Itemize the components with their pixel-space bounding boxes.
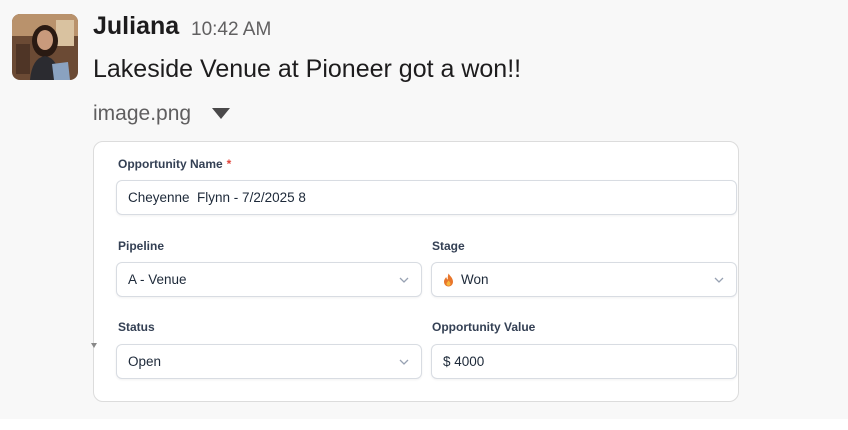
stage-label: Stage [432,239,465,253]
avatar[interactable] [12,14,78,80]
opportunity-name-label-text: Opportunity Name [118,157,223,171]
status-select: Open [116,344,422,379]
message-timestamp[interactable]: 10:42 AM [191,19,271,41]
flame-icon [444,273,453,286]
chevron-down-icon [399,359,409,365]
chevron-down-icon [714,277,724,283]
caret-down-icon[interactable] [212,108,230,119]
attachment-file-name[interactable]: image.png [93,102,191,126]
opportunity-name-field: Cheyenne Flynn - 7/2/2025 8 [116,180,737,215]
opportunity-name-value: Cheyenne Flynn - 7/2/2025 8 [128,190,306,205]
author-name[interactable]: Juliana [93,12,179,41]
chevron-down-icon [399,277,409,283]
required-asterisk: * [226,157,232,171]
status-label: Status [118,320,155,334]
stage-value: Won [461,272,489,287]
attachment-image[interactable]: Opportunity Name * Cheyenne Flynn - 7/2/2… [93,141,739,402]
pipeline-select: A - Venue [116,262,422,297]
drag-handle-icon [91,343,97,348]
opportunity-value-field: $ 4000 [431,344,737,379]
status-value: Open [128,354,162,369]
opportunity-value-amount: $ 4000 [443,354,485,369]
message-row: Juliana 10:42 AM Lakeside Venue at Pione… [0,0,848,419]
message-text: Lakeside Venue at Pioneer got a won!! [93,55,522,83]
avatar-photo [12,14,78,80]
pipeline-value: A - Venue [128,272,187,287]
opportunity-value-label: Opportunity Value [432,320,536,334]
opportunity-name-label: Opportunity Name * [118,157,231,171]
pipeline-label: Pipeline [118,239,165,253]
stage-select: Won [431,262,737,297]
